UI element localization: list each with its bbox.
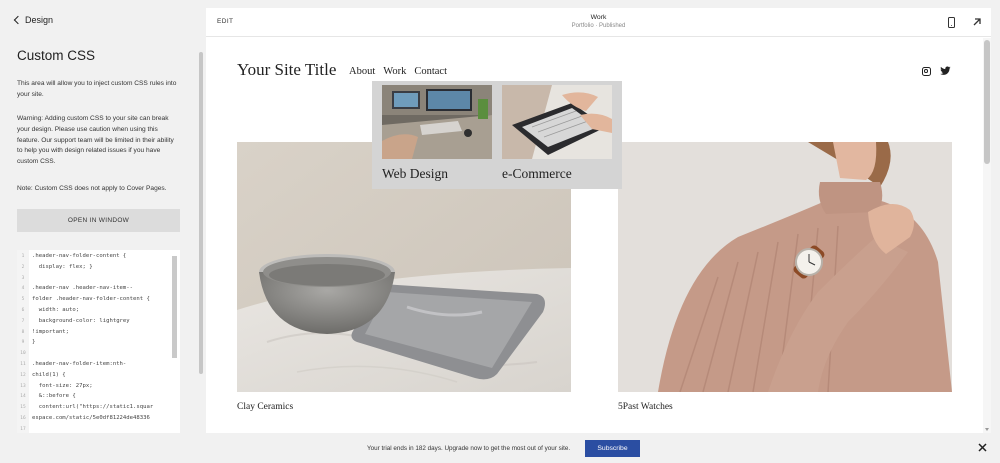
- code-line: .header-nav-folder-item:nth-: [32, 361, 127, 367]
- panel-description: This area will allow you to inject custo…: [17, 80, 177, 98]
- panel-warning: Warning: Adding custom CSS to your site …: [17, 115, 174, 166]
- line-number: 7: [21, 318, 25, 324]
- nav-work[interactable]: Work: [383, 66, 406, 77]
- chevron-left-icon: [13, 15, 23, 25]
- css-code-editor[interactable]: 1 2 3 4 5 6 7 8 9 10 11 12 13 14 15 16 17 .header-nav-fo…: [17, 250, 180, 433]
- nav-about[interactable]: About: [349, 66, 375, 77]
- line-number: 10: [20, 351, 26, 357]
- expand-icon[interactable]: [971, 16, 983, 28]
- panel-scrollbar-thumb[interactable]: [199, 52, 203, 374]
- gallery-caption-2[interactable]: 5Past Watches: [618, 402, 673, 412]
- preview-scrollbar[interactable]: [983, 38, 991, 433]
- code-line: display: flex; }: [32, 263, 93, 270]
- code-line: .header-nav .header-nav-item--: [32, 285, 134, 292]
- line-number: 12: [20, 372, 26, 378]
- line-number: 16: [20, 416, 26, 421]
- instagram-icon[interactable]: [922, 67, 931, 76]
- editor-scrollbar[interactable]: [172, 256, 177, 433]
- back-to-design-button[interactable]: Design: [13, 15, 53, 25]
- editor-scrollbar-thumb[interactable]: [172, 256, 177, 358]
- work-folder-dropdown: Web Design e-Commerce: [372, 81, 622, 189]
- folder-item-label-e-commerce: e-Commerce: [502, 166, 572, 181]
- page-status: Portfolio · Published: [571, 23, 626, 29]
- line-number: 5: [21, 297, 25, 303]
- line-number: 2: [21, 264, 25, 270]
- line-number: 6: [21, 308, 25, 313]
- panel-note: Note: Custom CSS does not apply to Cover…: [17, 185, 167, 192]
- site-preview-frame: EDIT Work Portfolio · Published Your Sit…: [206, 8, 991, 433]
- panel-scrollbar[interactable]: [198, 44, 204, 433]
- watch-photo: [618, 142, 952, 392]
- code-line: background-color: lightgrey: [32, 317, 130, 324]
- line-number: 17: [20, 426, 26, 432]
- site-nav: About Work Contact: [349, 66, 447, 77]
- line-number: 8: [21, 329, 25, 335]
- preview-scrollbar-thumb[interactable]: [984, 40, 990, 164]
- trial-message: Your trial ends in 182 days. Upgrade now…: [367, 445, 571, 452]
- editor-gutter: 1 2 3 4 5 6 7 8 9 10 11 12 13 14 15 16 17: [17, 250, 29, 433]
- e-commerce-thumbnail: [502, 85, 612, 159]
- custom-css-panel: Design Custom CSS This area will allow y…: [0, 0, 198, 433]
- panel-title: Custom CSS: [17, 48, 96, 63]
- trial-banner: Your trial ends in 182 days. Upgrade now…: [0, 433, 1000, 463]
- code-line: .header-nav-folder-content {: [32, 253, 127, 259]
- subscribe-button[interactable]: Subscribe: [585, 440, 640, 457]
- code-line: width: auto;: [32, 307, 80, 313]
- line-number: 1: [21, 254, 25, 259]
- back-label: Design: [25, 15, 54, 25]
- line-number: 11: [20, 362, 26, 367]
- site-title[interactable]: Your Site Title: [237, 60, 336, 80]
- line-number: 3: [21, 275, 25, 281]
- gallery-caption-1[interactable]: Clay Ceramics: [237, 402, 293, 412]
- line-number: 9: [21, 340, 25, 346]
- code-line: font-size: 27px;: [32, 382, 93, 389]
- code-line: child(1) {: [32, 371, 66, 378]
- code-line: !important;: [32, 328, 70, 335]
- mobile-icon[interactable]: [948, 17, 955, 28]
- scroll-down-arrow-icon[interactable]: [985, 428, 989, 431]
- gallery-image-5past-watches[interactable]: [618, 142, 952, 392]
- code-line: folder .header-nav-folder-content {: [32, 296, 150, 303]
- line-number: 4: [21, 286, 25, 292]
- open-in-window-button[interactable]: OPEN IN WINDOW: [17, 209, 180, 232]
- folder-item-label-web-design: Web Design: [382, 166, 449, 181]
- line-number: 14: [20, 394, 26, 400]
- close-icon[interactable]: [978, 443, 987, 452]
- line-number: 13: [20, 383, 26, 389]
- nav-contact[interactable]: Contact: [414, 66, 447, 77]
- code-line: espace.com/static/5e0df81224de48336: [32, 415, 150, 421]
- web-design-thumbnail: [382, 85, 492, 159]
- preview-toolbar: EDIT Work Portfolio · Published: [206, 8, 991, 37]
- code-line: }: [32, 339, 36, 346]
- code-line: content:url("https://static1.squar: [32, 404, 154, 411]
- page-name: Work: [590, 14, 607, 21]
- code-line: &::before {: [32, 393, 76, 400]
- twitter-icon[interactable]: [940, 66, 951, 76]
- line-number: 15: [20, 405, 26, 411]
